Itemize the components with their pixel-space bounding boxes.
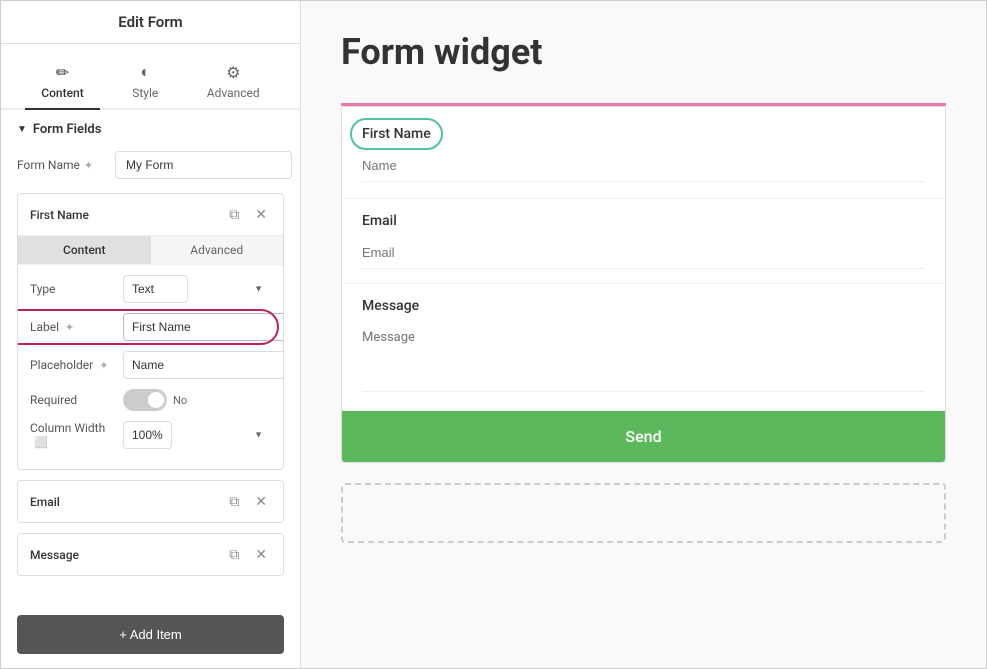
field-placeholder-row: Placeholder ✦ ☰ [30,351,271,379]
field-type-label: Type [30,282,115,296]
section-title-label: Form Fields [33,122,101,137]
tab-content[interactable]: ✏ Content [25,55,99,110]
field-column-width-select-wrapper: 100% 50% 33% 25% [123,421,271,449]
form-widget-wrapper: First Name Email Message Send [341,103,946,463]
field-placeholder-input[interactable] [123,351,284,379]
field-type-control: Text Email Number Textarea [123,275,271,303]
field-email-actions: ⧉ ✕ [225,491,271,512]
field-type-select[interactable]: Text Email Number Textarea [123,275,188,303]
field-required-no-label: No [173,394,187,407]
style-icon: ◐ [140,62,150,82]
left-panel: Edit Form ✏ Content ◐ Style ⚙ Advanced ▼… [1,1,301,669]
field-type-row: Type Text Email Number Textarea [30,275,271,303]
subtab-advanced[interactable]: Advanced [151,236,284,264]
field-item-message: Message ⧉ ✕ [17,533,284,576]
field-first-name-inner: Type Text Email Number Textarea [18,265,283,469]
field-column-width-control: 100% 50% 33% 25% [123,421,271,449]
field-label-label: Label ✦ [30,320,115,334]
field-type-select-wrapper: Text Email Number Textarea [123,275,271,303]
send-btn-label: Send [625,427,661,446]
field-column-width-select[interactable]: 100% 50% 33% 25% [123,421,172,449]
field-required-label: Required [30,393,115,407]
field-message-actions: ⧉ ✕ [225,544,271,565]
field-placeholder-label: Placeholder ✦ [30,358,115,372]
form-name-row: Form Name ✦ [17,151,284,179]
field-message-copy-btn[interactable]: ⧉ [225,544,243,565]
form-widget: First Name Email Message Send [341,106,946,463]
field-item-email: Email ⧉ ✕ [17,480,284,523]
form-field-first-name: First Name [342,107,945,199]
drop-zone [341,483,946,543]
field-required-toggle[interactable] [123,389,167,411]
form-name-label: Form Name ✦ [17,158,107,172]
tab-style[interactable]: ◐ Style [116,54,174,110]
field-item-first-name: First Name ⧉ ✕ Content Advanced Type [17,193,284,470]
field-column-width-label: Column Width ⬜ [30,421,115,449]
add-item-button[interactable]: + Add Item [17,615,284,654]
email-field-label: Email [362,213,925,229]
field-placeholder-control: ☰ [123,351,284,379]
tabs-row: ✏ Content ◐ Style ⚙ Advanced [1,44,300,110]
app-container: Edit Form ✏ Content ◐ Style ⚙ Advanced ▼… [0,0,987,669]
field-required-row: Required No [30,389,271,411]
send-btn-wrap[interactable]: Send [342,411,945,462]
tab-advanced[interactable]: ⚙ Advanced [191,55,276,110]
field-item-first-name-header: First Name ⧉ ✕ [18,194,283,235]
placeholder-drag-icon: ✦ [99,359,108,372]
field-email-delete-btn[interactable]: ✕ [251,491,271,512]
field-column-width-row: Column Width ⬜ 100% 50% 33% 25% [30,421,271,449]
field-item-email-header: Email ⧉ ✕ [18,481,283,522]
field-label-input[interactable] [123,313,284,341]
field-item-message-header: Message ⧉ ✕ [18,534,283,575]
field-email-copy-btn[interactable]: ⧉ [225,491,243,512]
panel-body: ▼ Form Fields Form Name ✦ First Name ⧉ ✕ [1,110,300,615]
advanced-icon: ⚙ [226,63,240,82]
tab-style-label: Style [132,86,158,100]
panel-title: Edit Form [1,1,300,44]
content-icon: ✏ [56,63,69,82]
field-message-delete-btn[interactable]: ✕ [251,544,271,565]
message-widget-textarea[interactable] [362,322,925,392]
add-item-label: + Add Item [119,627,182,642]
right-panel: Form widget First Name Email [301,1,986,668]
widget-title: Form widget [341,31,946,73]
first-name-widget-input[interactable] [362,150,925,182]
form-name-input[interactable] [115,151,292,179]
email-widget-input[interactable] [362,237,925,269]
field-email-title: Email [30,495,60,509]
column-width-screen-icon: ⬜ [34,436,48,449]
field-message-title: Message [30,548,79,562]
field-first-name-delete-btn[interactable]: ✕ [251,204,271,225]
field-required-control: No [123,389,271,411]
field-first-name-actions: ⧉ ✕ [225,204,271,225]
section-arrow: ▼ [17,124,27,135]
label-drag-icon: ✦ [65,321,74,334]
form-field-email: Email [342,199,945,284]
section-title: ▼ Form Fields [17,122,284,137]
first-name-field-label: First Name [362,126,431,142]
tab-advanced-label: Advanced [207,86,260,100]
subtab-content[interactable]: Content [18,236,151,264]
field-first-name-title: First Name [30,208,89,222]
field-label-row: Label ✦ ☰ [30,313,271,341]
tab-content-label: Content [41,86,83,100]
form-field-message: Message [342,284,945,411]
field-required-toggle-wrapper: No [123,389,187,411]
form-name-drag-icon: ✦ [84,159,93,172]
first-name-label-wrap: First Name [362,126,431,142]
message-field-label: Message [362,298,925,314]
field-first-name-copy-btn[interactable]: ⧉ [225,204,243,225]
field-label-control: ☰ [123,313,284,341]
field-first-name-subtabs: Content Advanced [18,235,283,265]
